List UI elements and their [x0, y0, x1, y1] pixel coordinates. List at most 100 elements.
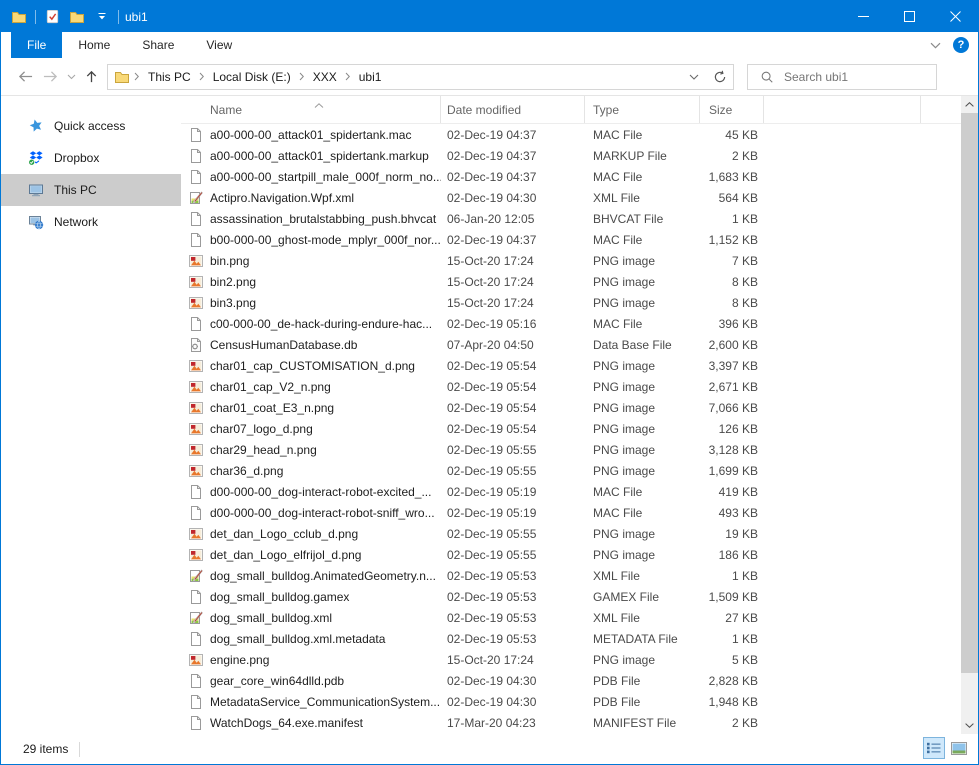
file-row[interactable]: char01_cap_V2_n.png 02-Dec-19 05:54 PNG …: [181, 376, 961, 397]
file-row[interactable]: CensusHumanDatabase.db 07-Apr-20 04:50 D…: [181, 334, 961, 355]
minimize-button[interactable]: [840, 1, 886, 32]
file-row[interactable]: bin2.png 15-Oct-20 17:24 PNG image 8 KB: [181, 271, 961, 292]
scroll-up-icon[interactable]: [961, 96, 978, 113]
new-folder-icon[interactable]: [68, 8, 86, 26]
file-size-cell: 1 KB: [700, 569, 764, 583]
file-row[interactable]: char07_logo_d.png 02-Dec-19 05:54 PNG im…: [181, 418, 961, 439]
sidebar-item-quick-access[interactable]: Quick access: [1, 110, 181, 142]
file-name-cell: bin.png: [188, 253, 441, 269]
file-date-cell: 02-Dec-19 05:54: [441, 380, 585, 394]
maximize-button[interactable]: [886, 1, 932, 32]
explorer-window: ubi1 FileHomeShareView ?: [0, 0, 979, 765]
file-date-cell: 02-Dec-19 05:55: [441, 548, 585, 562]
recent-locations-chevron-icon[interactable]: [63, 64, 79, 90]
file-row[interactable]: dog_small_bulldog.AnimatedGeometry.n... …: [181, 565, 961, 586]
sidebar-item-label: This PC: [54, 183, 97, 197]
tab-home[interactable]: Home: [62, 32, 126, 58]
xml-file-icon: [188, 610, 204, 626]
file-name: char01_cap_CUSTOMISATION_d.png: [210, 359, 415, 373]
breadcrumb-item-local-disk-e-[interactable]: Local Disk (E:): [207, 70, 297, 84]
details-view-button[interactable]: [923, 737, 945, 759]
breadcrumb-item-xxx[interactable]: XXX: [307, 70, 343, 84]
address-dropdown-chevron-icon[interactable]: [681, 65, 707, 89]
collapse-ribbon-chevron-icon[interactable]: [930, 36, 941, 54]
file-date-cell: 02-Dec-19 05:55: [441, 443, 585, 457]
scrollbar-thumb[interactable]: [961, 113, 978, 673]
file-size-cell: 19 KB: [700, 527, 764, 541]
file-row[interactable]: a00-000-00_attack01_spidertank.mac 02-De…: [181, 124, 961, 145]
file-row[interactable]: dog_small_bulldog.xml 02-Dec-19 05:53 XM…: [181, 607, 961, 628]
column-header-size[interactable]: Size: [700, 96, 764, 123]
file-date-cell: 02-Dec-19 05:53: [441, 590, 585, 604]
view-toggle-buttons: [923, 737, 970, 759]
breadcrumb-chevron-icon[interactable]: [297, 72, 307, 81]
file-size-cell: 3,128 KB: [700, 443, 764, 457]
file-row[interactable]: char01_coat_E3_n.png 02-Dec-19 05:54 PNG…: [181, 397, 961, 418]
file-name-cell: MetadataService_CommunicationSystem...: [188, 694, 441, 710]
tab-share[interactable]: Share: [126, 32, 190, 58]
search-input[interactable]: [782, 69, 916, 85]
vertical-scrollbar[interactable]: [961, 96, 978, 734]
sidebar-item-dropbox[interactable]: Dropbox: [1, 142, 181, 174]
file-row[interactable]: a00-000-00_attack01_spidertank.markup 02…: [181, 145, 961, 166]
file-row[interactable]: d00-000-00_dog-interact-robot-sniff_wro.…: [181, 502, 961, 523]
file-type-cell: PDB File: [585, 674, 700, 688]
up-button[interactable]: [79, 64, 104, 90]
file-row[interactable]: det_dan_Logo_elfrijol_d.png 02-Dec-19 05…: [181, 544, 961, 565]
app-folder-icon[interactable]: [10, 8, 28, 26]
sidebar-item-this-pc[interactable]: This PC: [1, 174, 181, 206]
file-row[interactable]: dog_small_bulldog.xml.metadata 02-Dec-19…: [181, 628, 961, 649]
help-icon[interactable]: ?: [953, 37, 969, 53]
address-bar[interactable]: This PC Local Disk (E:) XXX ubi1: [107, 64, 734, 90]
tab-view[interactable]: View: [190, 32, 248, 58]
breadcrumb-chevron-icon[interactable]: [343, 72, 353, 81]
file-row[interactable]: char29_head_n.png 02-Dec-19 05:55 PNG im…: [181, 439, 961, 460]
tab-file[interactable]: File: [11, 32, 62, 58]
file-size-cell: 5 KB: [700, 653, 764, 667]
breadcrumb-chevron-icon[interactable]: [197, 72, 207, 81]
breadcrumb-item-ubi1[interactable]: ubi1: [353, 70, 388, 84]
thumbnails-view-button[interactable]: [948, 737, 970, 759]
file-file-icon: [188, 589, 204, 605]
file-name-cell: bin3.png: [188, 295, 441, 311]
breadcrumb-chevron-icon[interactable]: [132, 72, 142, 81]
column-header-type[interactable]: Type: [585, 96, 700, 123]
file-row[interactable]: Actipro.Navigation.Wpf.xml 02-Dec-19 04:…: [181, 187, 961, 208]
png-file-icon: [188, 547, 204, 563]
breadcrumb-item-this-pc[interactable]: This PC: [142, 70, 197, 84]
file-row[interactable]: c00-000-00_de-hack-during-endure-hac... …: [181, 313, 961, 334]
properties-check-icon[interactable]: [43, 8, 61, 26]
file-name: dog_small_bulldog.gamex: [210, 590, 349, 604]
file-row[interactable]: d00-000-00_dog-interact-robot-excited_..…: [181, 481, 961, 502]
file-row[interactable]: a00-000-00_startpill_male_000f_norm_no..…: [181, 166, 961, 187]
file-row[interactable]: bin.png 15-Oct-20 17:24 PNG image 7 KB: [181, 250, 961, 271]
file-size-cell: 1,509 KB: [700, 590, 764, 604]
file-row[interactable]: MetadataService_CommunicationSystem... 0…: [181, 691, 961, 712]
file-row[interactable]: b00-000-00_ghost-mode_mplyr_000f_nor... …: [181, 229, 961, 250]
file-size-cell: 7,066 KB: [700, 401, 764, 415]
scroll-down-icon[interactable]: [961, 717, 978, 734]
file-row[interactable]: assassination_brutalstabbing_push.bhvcat…: [181, 208, 961, 229]
column-header-date-modified[interactable]: Date modified: [441, 96, 585, 123]
file-row[interactable]: WatchDogs_64.exe.manifest 17-Mar-20 04:2…: [181, 712, 961, 733]
forward-button[interactable]: [38, 64, 63, 90]
file-name: char36_d.png: [210, 464, 283, 478]
file-row[interactable]: det_dan_Logo_cclub_d.png 02-Dec-19 05:55…: [181, 523, 961, 544]
back-button[interactable]: [13, 64, 38, 90]
file-row[interactable]: char36_d.png 02-Dec-19 05:55 PNG image 1…: [181, 460, 961, 481]
sidebar-item-network[interactable]: Network: [1, 206, 181, 238]
customize-qat-chevron-icon[interactable]: [93, 8, 111, 26]
file-date-cell: 15-Oct-20 17:24: [441, 275, 585, 289]
file-type-cell: PNG image: [585, 254, 700, 268]
file-type-cell: XML File: [585, 191, 700, 205]
file-row[interactable]: dog_small_bulldog.gamex 02-Dec-19 05:53 …: [181, 586, 961, 607]
close-button[interactable]: [932, 1, 978, 32]
file-row[interactable]: gear_core_win64dlld.pdb 02-Dec-19 04:30 …: [181, 670, 961, 691]
ribbon-right-controls: ?: [930, 32, 969, 58]
file-row[interactable]: bin3.png 15-Oct-20 17:24 PNG image 8 KB: [181, 292, 961, 313]
file-type-cell: PNG image: [585, 548, 700, 562]
file-row[interactable]: char01_cap_CUSTOMISATION_d.png 02-Dec-19…: [181, 355, 961, 376]
refresh-icon[interactable]: [707, 65, 733, 89]
file-name: dog_small_bulldog.AnimatedGeometry.n...: [210, 569, 436, 583]
file-row[interactable]: engine.png 15-Oct-20 17:24 PNG image 5 K…: [181, 649, 961, 670]
